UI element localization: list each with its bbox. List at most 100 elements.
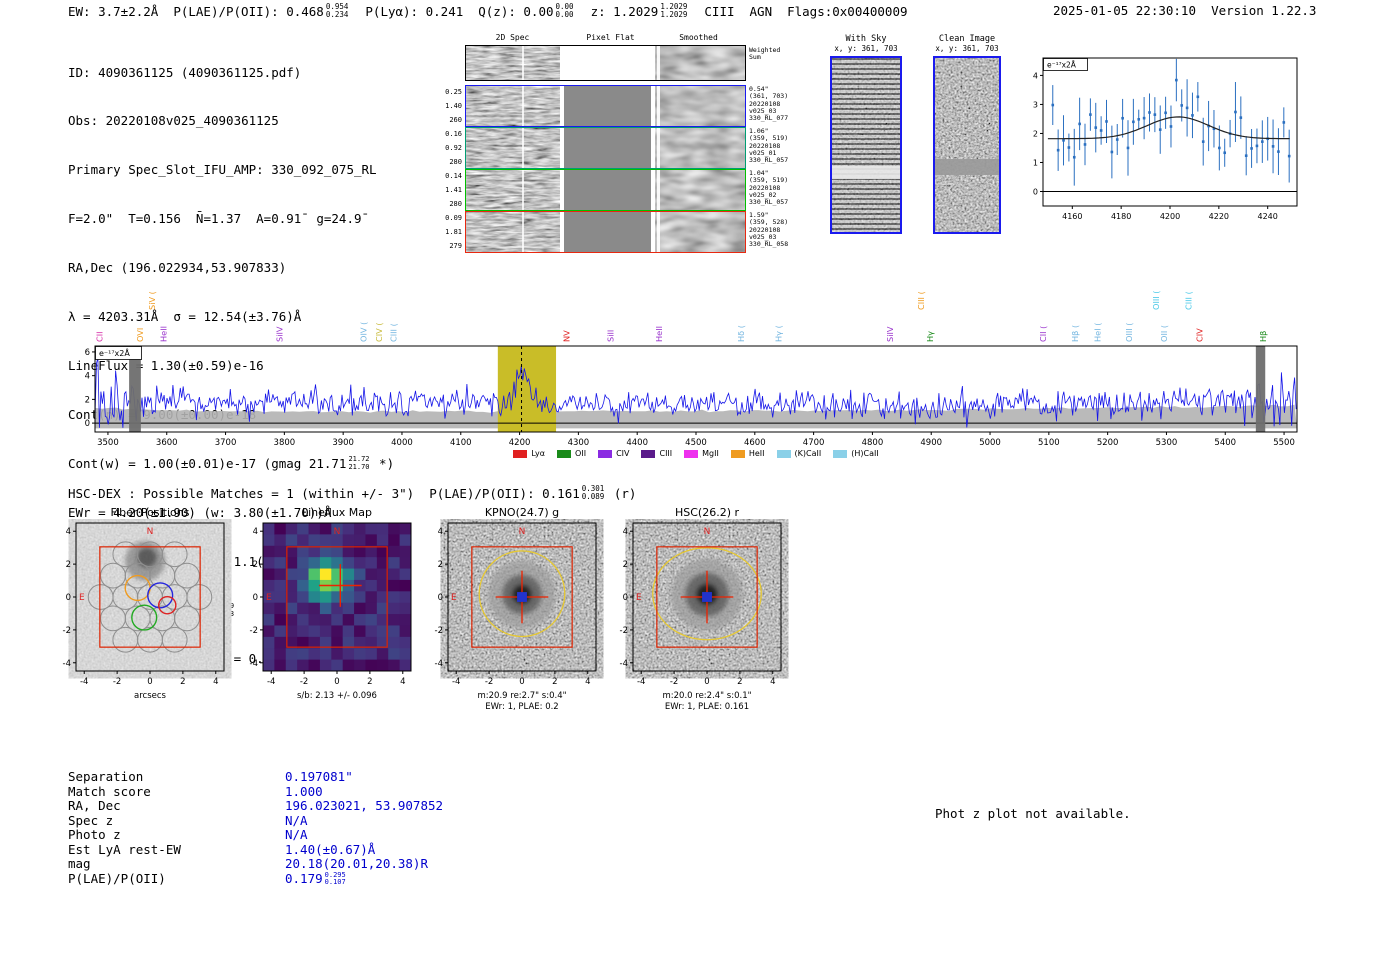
svg-text:E: E xyxy=(451,593,457,603)
svg-text:-2: -2 xyxy=(250,626,258,636)
legend-item: OII xyxy=(557,449,586,458)
svg-text:4: 4 xyxy=(85,372,90,382)
smoothed-cell xyxy=(655,170,745,210)
svg-text:4600: 4600 xyxy=(744,438,766,448)
smoothed-cell xyxy=(655,86,745,126)
info-id: ID: 4090361125 (4090361125.pdf) xyxy=(68,64,302,80)
svg-text:OIV (: OIV ( xyxy=(359,322,369,342)
svg-text:0: 0 xyxy=(85,419,90,429)
info-cont-w: Cont(w) = 1.00(±0.01)e-17 (gmag 21.71 21.… xyxy=(68,455,395,471)
table-row: Photo z N/A xyxy=(68,827,308,842)
svg-text:CII: CII xyxy=(95,331,105,342)
svg-text:4: 4 xyxy=(66,527,71,537)
spec2d-row-meta: 1.04" (359, 519) 20220108 v025_02 330_RL_057 xyxy=(749,169,789,207)
svg-text:Hγ (: Hγ ( xyxy=(773,325,783,342)
svg-text:SiII: SiII xyxy=(606,330,616,342)
svg-text:-2: -2 xyxy=(300,677,308,687)
svg-text:N: N xyxy=(147,527,154,537)
svg-text:4300: 4300 xyxy=(568,438,590,448)
svg-text:4: 4 xyxy=(253,527,258,537)
cutout-title: Fiber Positions xyxy=(110,506,190,519)
spec2d-col-title: 2D Spec xyxy=(495,33,530,42)
svg-text:4180: 4180 xyxy=(1111,212,1131,221)
spec2d-cutout xyxy=(466,212,560,252)
svg-text:4240: 4240 xyxy=(1258,212,1278,221)
svg-text:-4: -4 xyxy=(63,659,71,669)
svg-text:4160: 4160 xyxy=(1062,212,1082,221)
pixel-flat-cell xyxy=(564,46,651,80)
header-stats: EW: 3.7±2.2Å P(LAE)/P(OII): 0.468 0.954 0.… xyxy=(68,2,923,20)
svg-text:2: 2 xyxy=(180,677,185,687)
header-ew: EW: 3.7±2.2Å xyxy=(68,3,159,19)
svg-text:2: 2 xyxy=(623,560,628,570)
pixel-flat-cell xyxy=(564,212,651,252)
legend-item: CIV xyxy=(598,449,629,458)
spec2d-cutout xyxy=(466,46,560,80)
svg-text:2: 2 xyxy=(66,560,71,570)
spec2d-row-stats: 0.25 1.40 260 xyxy=(445,87,462,124)
svg-text:5200: 5200 xyxy=(1097,438,1119,448)
cutout-title: Lineflux Map xyxy=(301,506,373,519)
svg-text:0: 0 xyxy=(253,593,258,603)
svg-text:3800: 3800 xyxy=(274,438,296,448)
svg-text:HeII: HeII xyxy=(159,326,169,342)
svg-text:2: 2 xyxy=(438,560,443,570)
svg-text:0: 0 xyxy=(438,593,443,603)
table-row: Spec z N/A xyxy=(68,812,308,828)
svg-text:e⁻¹⁷x2Å: e⁻¹⁷x2Å xyxy=(99,347,130,358)
match-table: Separation 0.197081" Match score 1.000 RA,… xyxy=(68,769,444,887)
table-row: Match score 1.000 xyxy=(68,783,323,799)
cutout-caption: s/b: 2.13 +/- 0.096 xyxy=(297,691,377,701)
table-row: RA, Dec 196.023021, 53.907852 xyxy=(68,798,444,813)
fiber-positions-plot: N E -4 -4 -2 -2 0 0 2 2 4 4 xyxy=(63,522,225,687)
header-line-id: CIII xyxy=(704,3,735,19)
spec2d-cutout xyxy=(466,170,560,210)
main-spectrum-plot: 3500 3600 3700 3800 3900 4000 4100 4200 4300 4400… xyxy=(85,291,1298,448)
cutout-xlabel: arcsecs xyxy=(134,691,166,701)
svg-text:-4: -4 xyxy=(452,677,460,687)
svg-text:0: 0 xyxy=(519,677,524,687)
svg-text:-4: -4 xyxy=(250,659,258,669)
smoothed-cell xyxy=(655,212,745,252)
legend-item: (H)CaII xyxy=(833,449,879,458)
svg-text:0: 0 xyxy=(1033,187,1038,196)
svg-text:0: 0 xyxy=(623,593,628,603)
svg-text:3700: 3700 xyxy=(215,438,237,448)
header-plya: P(Lyα): 0.241 xyxy=(365,3,464,19)
svg-text:4100: 4100 xyxy=(450,438,472,448)
svg-text:4: 4 xyxy=(585,677,590,687)
photz-note: Phot z plot not available. xyxy=(935,806,1131,821)
svg-text:CII (: CII ( xyxy=(1038,326,1048,342)
table-row: mag 20.18(20.01,20.38)R xyxy=(68,856,428,871)
svg-text:-2: -2 xyxy=(113,677,121,687)
svg-text:N: N xyxy=(519,527,526,537)
svg-text:CIV (: CIV ( xyxy=(374,322,384,342)
fit-plot: 4160 4180 4200 4220 4240 0 1 2 3 4 e⁻¹⁷x2Å xyxy=(1033,57,1298,221)
svg-text:SiIV: SiIV xyxy=(275,326,285,342)
svg-text:Hγ: Hγ xyxy=(925,331,935,342)
svg-text:-4: -4 xyxy=(435,659,443,669)
svg-text:5400: 5400 xyxy=(1214,438,1236,448)
svg-text:4: 4 xyxy=(213,677,218,687)
info-obs: Obs: 20220108v025_4090361125 xyxy=(68,113,279,129)
cutout-caption: m:20.9 re:2.7" s:0.4" xyxy=(477,691,567,701)
spec2d-cutout xyxy=(466,128,560,168)
svg-text:2: 2 xyxy=(253,560,258,570)
spec2d-row-weighted xyxy=(465,45,746,81)
svg-text:-2: -2 xyxy=(670,677,678,687)
spec2d-row-meta: 1.06" (359, 519) 20220108 v025_01 330_RL_057 xyxy=(749,127,789,165)
svg-text:3500: 3500 xyxy=(97,438,119,448)
smoothed-cell xyxy=(655,128,745,168)
svg-text:OIII (: OIII ( xyxy=(1124,323,1134,343)
svg-text:SiIV: SiIV xyxy=(885,326,895,342)
header-qz: Q(z): 0.00 0.00 0.00 xyxy=(478,2,574,20)
svg-text:Hβ (: Hβ ( xyxy=(1070,325,1080,342)
cutout-caption2: EWr: 1, PLAE: 0.2 xyxy=(485,701,559,712)
svg-text:2: 2 xyxy=(367,677,372,687)
svg-text:4220: 4220 xyxy=(1209,212,1229,221)
with-sky-title: With Sky xyxy=(845,34,887,44)
svg-text:E: E xyxy=(636,593,642,603)
spec2d-row-stats: 0.14 1.41 280 xyxy=(445,171,462,208)
svg-text:OVI: OVI xyxy=(135,328,145,342)
svg-text:4: 4 xyxy=(623,527,628,537)
